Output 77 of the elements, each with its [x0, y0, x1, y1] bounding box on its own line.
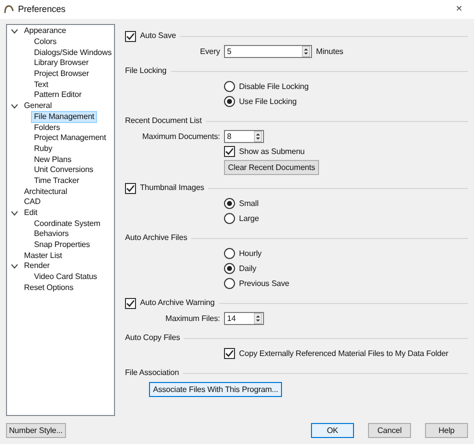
tree-item[interactable]: Text	[31, 78, 52, 91]
tree-item[interactable]: Architectural	[21, 186, 70, 198]
chevron-icon[interactable]	[11, 210, 18, 216]
tree-item[interactable]: Dialogs/Side Windows	[31, 46, 114, 59]
tree-item[interactable]: Library Browser	[31, 57, 92, 70]
radio-button[interactable]	[224, 198, 235, 209]
chevron-icon[interactable]	[11, 28, 18, 34]
radio-label[interactable]: Daily	[239, 262, 256, 274]
radio-label[interactable]: Small	[239, 198, 259, 210]
spinner-icon[interactable]	[302, 46, 310, 57]
radio-button[interactable]	[224, 96, 235, 107]
group-label: Recent Document List	[125, 115, 202, 127]
app-logo-icon	[4, 5, 14, 14]
spin-field[interactable]: 14	[224, 312, 264, 325]
radio-label[interactable]: Large	[239, 212, 259, 224]
tree-item[interactable]: General	[21, 100, 55, 112]
tree-item[interactable]: Render	[21, 260, 53, 272]
tree-item[interactable]: File Management	[31, 110, 98, 123]
tree-item[interactable]: Project Management	[31, 132, 110, 144]
radio-label[interactable]: Hourly	[239, 248, 262, 260]
field-label: Every	[199, 46, 220, 58]
checkbox[interactable]	[224, 146, 235, 157]
tree-item[interactable]: Master List	[21, 250, 66, 262]
tree-item[interactable]: Appearance	[21, 25, 70, 38]
spin-field[interactable]: 8	[224, 130, 264, 143]
group-label: Auto Archive Warning	[140, 297, 215, 309]
tree-item[interactable]: Colors	[31, 36, 60, 48]
dialog-button[interactable]: OK	[311, 423, 354, 438]
checkbox-label[interactable]: Show as Submenu	[239, 146, 305, 158]
spinner-icon[interactable]	[254, 131, 262, 142]
dialog-button[interactable]: Help	[425, 423, 468, 438]
group-label: Auto Save	[140, 30, 176, 42]
checkbox-label[interactable]: Copy Externally Referenced Material Files to My Data Folder	[239, 348, 448, 360]
tree-item[interactable]: Folders	[31, 122, 63, 134]
radio-button[interactable]	[224, 248, 235, 259]
spinner-icon[interactable]	[254, 313, 262, 324]
tree-item[interactable]: Behaviors	[31, 228, 72, 240]
chevron-icon[interactable]	[11, 264, 18, 269]
tree-item[interactable]: Time Tracker	[31, 174, 82, 187]
dialog-button[interactable]: Cancel	[368, 423, 411, 438]
unit-label: Minutes	[316, 46, 344, 58]
tree-item[interactable]: Ruby	[31, 142, 56, 155]
group-label: File Locking	[125, 65, 166, 77]
tree-item[interactable]: Unit Conversions	[31, 164, 96, 176]
radio-button[interactable]	[224, 278, 235, 289]
radio-button[interactable]	[224, 263, 235, 274]
tree-item[interactable]: Snap Properties	[31, 239, 93, 252]
number-style-button[interactable]: Number Style...	[6, 423, 66, 438]
radio-button[interactable]	[224, 81, 235, 92]
window-title: Preferences	[18, 2, 66, 16]
tree-item[interactable]: Edit	[21, 207, 40, 220]
group-label: Auto Archive Files	[125, 232, 188, 244]
spin-field[interactable]: 5	[224, 45, 312, 58]
close-button[interactable]: ×	[448, 1, 470, 18]
tree-item[interactable]: New Plans	[31, 154, 74, 166]
tree-item[interactable]: Pattern Editor	[31, 89, 85, 102]
chevron-icon[interactable]	[11, 104, 18, 109]
field-label: Maximum Files:	[164, 312, 220, 324]
action-button[interactable]: Clear Recent Documents	[224, 160, 320, 175]
tree-item[interactable]: Project Browser	[31, 68, 92, 80]
action-button[interactable]: Associate Files With This Program...	[149, 382, 282, 397]
group-label: File Association	[125, 367, 179, 379]
checkbox[interactable]	[125, 298, 136, 308]
tree-item[interactable]: Coordinate System	[31, 218, 104, 230]
radio-button[interactable]	[224, 213, 235, 224]
radio-label[interactable]: Disable File Locking	[239, 80, 309, 92]
group-label: Thumbnail Images	[140, 182, 204, 194]
tree-item[interactable]: Reset Options	[21, 282, 76, 294]
field-label: Maximum Documents:	[141, 130, 220, 142]
checkbox[interactable]	[125, 30, 136, 42]
radio-label[interactable]: Previous Save	[239, 278, 290, 290]
group-label: Auto Copy Files	[125, 332, 180, 344]
tree-item[interactable]: CAD	[21, 196, 44, 208]
radio-label[interactable]: Use File Locking	[239, 96, 297, 108]
checkbox[interactable]	[125, 182, 136, 194]
checkbox[interactable]	[224, 348, 235, 359]
tree-item[interactable]: Video Card Status	[31, 271, 100, 284]
